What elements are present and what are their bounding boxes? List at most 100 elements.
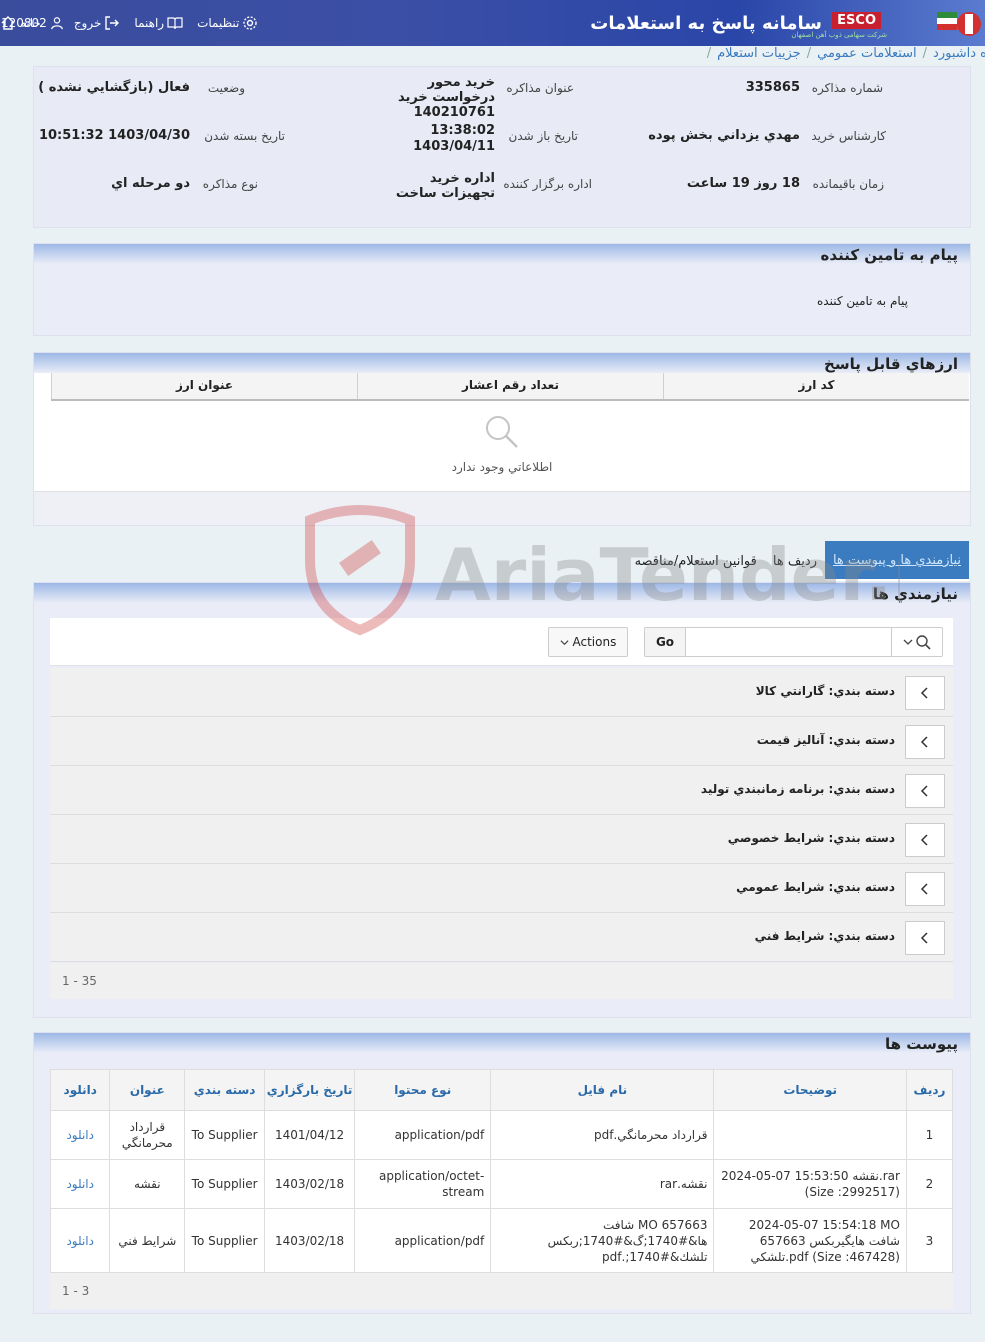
nav-logout-label[interactable]: خروج xyxy=(74,16,102,30)
col-currency-code[interactable]: كد ارز xyxy=(663,373,969,399)
expand-group-button[interactable] xyxy=(905,823,945,857)
brand-badge: ESCO xyxy=(832,12,881,29)
tab-requirements-attachments-label: نيازمندي ها و پيوست ها xyxy=(832,553,961,568)
remaining-time-value: 18 روز 19 ساعت xyxy=(686,176,800,191)
organizer-value: اداره خريد تجهيزات ساخت xyxy=(395,171,495,201)
col-upload-date[interactable]: تاريخ بارگزاري xyxy=(264,1069,356,1111)
open-date-time: 13:38:02 xyxy=(430,123,495,138)
close-date-label: تاريخ بسته شدن xyxy=(204,129,285,143)
group-row: دسته بندي: برنامه زمانبندي توليد xyxy=(50,766,953,815)
search-empty-icon xyxy=(486,416,518,448)
tab-rows[interactable]: رديف ها xyxy=(765,542,825,580)
nav-settings-label[interactable]: تنظیمات xyxy=(197,16,239,30)
search-input[interactable]: Go xyxy=(644,627,943,657)
pager-range: 1 - 35 xyxy=(62,974,97,988)
table-row: 1 قرارداد محرمانگي.pdf application/pdf 1… xyxy=(49,1110,954,1160)
requirements-pager: 1 - 35 xyxy=(50,963,953,999)
attachments-panel: پيوست ها رديف توضيحات نام فايل نوع محتوا… xyxy=(33,1032,971,1314)
table-row: 2 2024-05-07 15:53:50 نقشه.rar (Size :29… xyxy=(49,1159,954,1209)
negotiation-type-label: نوع مذاکره xyxy=(202,177,258,191)
chevron-left-icon xyxy=(920,883,928,895)
app-title: سامانه پاسخ به استعلامات xyxy=(590,13,822,34)
expand-group-button[interactable] xyxy=(905,872,945,906)
cell-title: قرارداد محرمانگي xyxy=(109,1110,186,1160)
actions-button[interactable]: Actions xyxy=(548,627,628,657)
search-icon xyxy=(916,635,931,650)
cell-content-type: application/pdf xyxy=(354,1208,492,1273)
col-content-type[interactable]: نوع محتوا xyxy=(354,1069,492,1111)
expand-group-button[interactable] xyxy=(905,774,945,808)
group-row: دسته بندي: شرايط عمومي xyxy=(50,864,953,913)
actions-label: Actions xyxy=(572,635,617,649)
col-decimal-digits[interactable]: تعداد رقم اعشار xyxy=(357,373,663,399)
expand-group-button[interactable] xyxy=(905,921,945,955)
user-icon[interactable] xyxy=(50,16,64,30)
search-column-selector[interactable] xyxy=(891,628,942,656)
currencies-table-header: كد ارز تعداد رقم اعشار عنوان ارز xyxy=(51,373,969,401)
pager-range: 1 - 3 xyxy=(62,1284,90,1298)
cell-upload-date: 1403/02/18 xyxy=(264,1159,356,1209)
cell-category: To Supplier xyxy=(184,1159,266,1209)
currencies-footer xyxy=(34,491,970,525)
group-row: دسته بندي: گارانتي كالا xyxy=(50,668,953,717)
gear-icon[interactable] xyxy=(242,15,258,31)
attachments-table: رديف توضيحات نام فايل نوع محتوا تاريخ با… xyxy=(49,1069,954,1273)
supplier-message-panel: پيام به تامين كننده پيام به تامين كننده xyxy=(33,243,971,336)
col-description[interactable]: توضيحات xyxy=(713,1069,907,1111)
breadcrumb: ه داشبورد/استعلامات عمومي/جزييات استعلام… xyxy=(706,46,985,61)
cell-row: 1 xyxy=(905,1110,954,1160)
download-link[interactable]: دانلود xyxy=(49,1208,111,1273)
cell-description: 2024-05-07 15:53:50 نقشه.rar (Size :2992… xyxy=(713,1159,907,1209)
group-label: دسته بندي: شرايط فني xyxy=(754,929,895,943)
attachments-head: پيوست ها xyxy=(34,1033,970,1053)
go-button[interactable]: Go xyxy=(645,628,686,656)
col-download[interactable]: دانلود xyxy=(49,1069,111,1111)
col-row[interactable]: رديف xyxy=(905,1069,954,1111)
breadcrumb-inquiry-details[interactable]: جزييات استعلام xyxy=(717,46,801,61)
breadcrumb-public-inquiries[interactable]: استعلامات عمومي xyxy=(817,46,917,61)
status-label: وضعيت xyxy=(207,81,245,95)
download-link[interactable]: دانلود xyxy=(49,1159,111,1209)
cell-description: 2024-05-07 15:54:18 MO 657663 شافت هايگي… xyxy=(713,1208,907,1273)
requirements-title: نيازمندي ها xyxy=(872,585,958,603)
group-row: دسته بندي: آناليز قيمت xyxy=(50,717,953,766)
group-row: دسته بندي: شرايط خصوصي xyxy=(50,815,953,864)
top-nav-links: 120802 خروج راهنما تنظیمات xyxy=(0,0,258,46)
nav-guide-label[interactable]: راهنما xyxy=(134,16,164,30)
cell-file-name: قرارداد محرمانگي.pdf xyxy=(490,1110,715,1160)
negotiation-title-value: خريد محور درخواست خريد 140210761 xyxy=(397,75,495,120)
attachments-pager: 1 - 3 xyxy=(50,1273,953,1309)
cell-file-name: 657663 MO شافت ها&#1740;گ&#1740;ربكس تلش… xyxy=(490,1208,715,1273)
chevron-left-icon xyxy=(920,687,928,699)
chevron-left-icon xyxy=(920,834,928,846)
logout-icon[interactable] xyxy=(104,15,120,31)
supplier-message-title: پيام به تامين كننده xyxy=(820,246,958,264)
expand-group-button[interactable] xyxy=(905,676,945,710)
currencies-empty-text: اطلاعاتي وجود ندارد xyxy=(451,460,553,474)
cell-title: نقشه xyxy=(109,1159,186,1209)
requirements-panel: نيازمندي ها Go Actions دسته بندي: گارانت… xyxy=(33,582,971,1018)
negotiation-number-value: 335865 xyxy=(745,80,800,95)
company-logo xyxy=(927,0,985,46)
expand-group-button[interactable] xyxy=(905,725,945,759)
book-icon[interactable] xyxy=(167,15,183,31)
col-file-name[interactable]: نام فايل xyxy=(490,1069,715,1111)
chevron-down-icon xyxy=(560,640,569,646)
download-link[interactable]: دانلود xyxy=(49,1110,111,1160)
breadcrumb-dashboard[interactable]: ه داشبورد xyxy=(933,46,985,61)
col-currency-title[interactable]: عنوان ارز xyxy=(51,373,357,399)
buyer-expert-label: كارشناس خريد xyxy=(811,129,886,143)
tab-rules[interactable]: قوانين استعلام/مناقصه xyxy=(627,542,765,580)
currencies-panel: ارزهاي قابل پاسخ كد ارز تعداد رقم اعشار … xyxy=(33,352,971,526)
group-label: دسته بندي: برنامه زمانبندي توليد xyxy=(700,782,895,796)
cell-row: 2 xyxy=(905,1159,954,1209)
inquiry-info-panel: شماره مذاکره 335865 كارشناس خريد مهدي يز… xyxy=(33,66,971,228)
cell-content-type: application/octet-stream xyxy=(354,1159,492,1209)
col-title[interactable]: عنوان xyxy=(109,1069,186,1111)
status-value: فعال (بازگشايي نشده ) xyxy=(38,80,190,95)
group-label: دسته بندي: آناليز قيمت xyxy=(756,733,895,747)
tab-requirements-attachments[interactable]: نيازمندي ها و پيوست ها xyxy=(824,541,969,581)
col-category[interactable]: دسته بندي xyxy=(184,1069,266,1111)
chevron-left-icon xyxy=(920,932,928,944)
cell-category: To Supplier xyxy=(184,1110,266,1160)
